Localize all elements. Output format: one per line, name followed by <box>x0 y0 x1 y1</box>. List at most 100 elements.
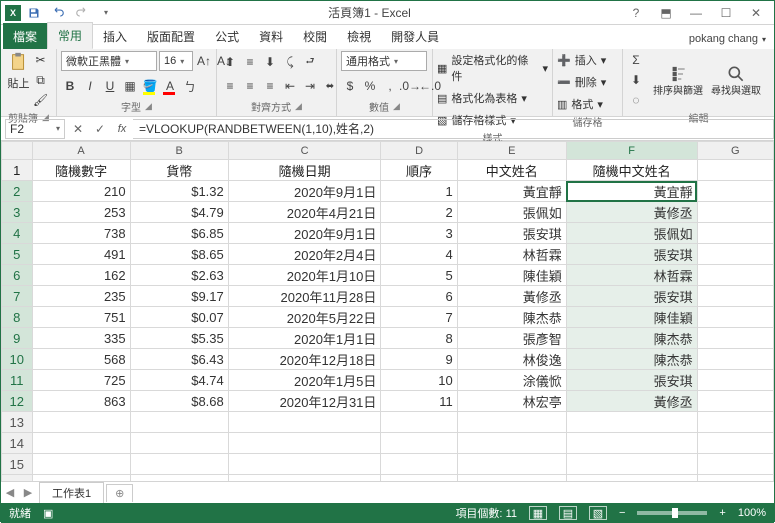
sheet-nav-next[interactable]: ▶ <box>19 486 37 499</box>
cell[interactable]: 2020年2月4日 <box>228 244 381 265</box>
cell[interactable]: $1.32 <box>130 181 228 202</box>
cell[interactable]: 林哲霖 <box>566 265 697 286</box>
cell[interactable]: 2020年1月5日 <box>228 370 381 391</box>
copy-button[interactable]: ⧉ <box>32 71 50 89</box>
align-top-button[interactable]: ⬆ <box>221 53 239 71</box>
underline-button[interactable]: U <box>101 77 119 95</box>
autosum-button[interactable]: Σ <box>627 51 645 69</box>
cell[interactable]: 751 <box>32 307 130 328</box>
cell[interactable]: 11 <box>381 391 457 412</box>
cell[interactable]: 隨機數字 <box>32 160 130 181</box>
cell[interactable]: $9.17 <box>130 286 228 307</box>
cell[interactable] <box>130 412 228 433</box>
cell[interactable] <box>566 475 697 482</box>
tab-file[interactable]: 檔案 <box>3 23 47 49</box>
font-size-combo[interactable]: 16▾ <box>159 51 193 71</box>
cell[interactable]: 2020年9月1日 <box>228 223 381 244</box>
align-dialog-icon[interactable]: ◢ <box>295 101 302 112</box>
cell[interactable] <box>457 412 566 433</box>
cell[interactable]: $2.63 <box>130 265 228 286</box>
cell[interactable]: $8.65 <box>130 244 228 265</box>
col-header-F[interactable]: F <box>566 142 697 160</box>
col-header-D[interactable]: D <box>381 142 457 160</box>
cell[interactable]: 林俊逸 <box>457 349 566 370</box>
row-header[interactable]: 15 <box>2 454 33 475</box>
cell[interactable]: 涂儀惞 <box>457 370 566 391</box>
align-right-button[interactable]: ≡ <box>261 77 279 95</box>
row-header[interactable]: 5 <box>2 244 33 265</box>
sort-filter-button[interactable]: 排序與篩選 <box>653 64 703 97</box>
cell[interactable] <box>697 412 773 433</box>
fx-button[interactable]: fx <box>111 119 133 139</box>
cell[interactable] <box>697 265 773 286</box>
cell[interactable]: 3 <box>381 223 457 244</box>
cell[interactable]: 8 <box>381 328 457 349</box>
cell[interactable]: 張安琪 <box>566 370 697 391</box>
cell[interactable]: 陳杰恭 <box>457 307 566 328</box>
cell[interactable]: $6.43 <box>130 349 228 370</box>
format-cells-button[interactable]: ▥格式▾ <box>557 95 603 113</box>
help-button[interactable]: ? <box>622 3 650 23</box>
user-account[interactable]: pokang chang▾ <box>681 29 774 49</box>
cell[interactable]: 863 <box>32 391 130 412</box>
cell[interactable] <box>457 433 566 454</box>
cell[interactable]: 黃修丞 <box>566 202 697 223</box>
cell[interactable] <box>697 286 773 307</box>
cell[interactable]: 黃宜靜 <box>457 181 566 202</box>
comma-button[interactable]: , <box>381 77 399 95</box>
font-name-combo[interactable]: 微軟正黑體▾ <box>61 51 157 71</box>
cell[interactable] <box>228 454 381 475</box>
cell[interactable] <box>697 454 773 475</box>
row-header[interactable]: 4 <box>2 223 33 244</box>
sheet-nav-prev[interactable]: ◀ <box>1 486 19 499</box>
cell[interactable] <box>697 370 773 391</box>
cell[interactable]: 10 <box>381 370 457 391</box>
maximize-button[interactable]: ☐ <box>712 3 740 23</box>
cell[interactable] <box>130 454 228 475</box>
cell[interactable]: 2020年11月28日 <box>228 286 381 307</box>
row-header[interactable]: 16 <box>2 475 33 482</box>
cell[interactable] <box>697 391 773 412</box>
cell[interactable]: 2020年9月1日 <box>228 181 381 202</box>
cell[interactable]: 2020年12月31日 <box>228 391 381 412</box>
cell[interactable]: 7 <box>381 307 457 328</box>
cell[interactable]: 6 <box>381 286 457 307</box>
cell[interactable] <box>697 202 773 223</box>
indent-inc-button[interactable]: ⇥ <box>301 77 319 95</box>
cell[interactable]: 隨機中文姓名 <box>566 160 697 181</box>
cell[interactable] <box>381 412 457 433</box>
orientation-button[interactable]: ⤹ <box>281 53 299 71</box>
tab-insert[interactable]: 插入 <box>93 23 137 49</box>
tab-view[interactable]: 檢視 <box>337 23 381 49</box>
row-header[interactable]: 2 <box>2 181 33 202</box>
cell[interactable]: $5.35 <box>130 328 228 349</box>
italic-button[interactable]: I <box>81 77 99 95</box>
cell[interactable]: 陳佳穎 <box>457 265 566 286</box>
fill-color-button[interactable]: 🪣 <box>141 77 159 95</box>
tab-review[interactable]: 校閱 <box>293 23 337 49</box>
format-painter-button[interactable]: 🖌 <box>32 91 50 109</box>
cell[interactable] <box>566 433 697 454</box>
cell[interactable]: 張安琪 <box>457 223 566 244</box>
border-button[interactable]: ▦ <box>121 77 139 95</box>
cell[interactable]: 陳佳穎 <box>566 307 697 328</box>
cell[interactable] <box>381 433 457 454</box>
cancel-formula-button[interactable]: ✕ <box>67 119 89 139</box>
cell[interactable] <box>381 475 457 482</box>
macro-record-icon[interactable]: ▣ <box>43 507 53 520</box>
col-header-A[interactable]: A <box>32 142 130 160</box>
fill-button[interactable]: ⬇ <box>627 71 645 89</box>
cell[interactable]: $4.79 <box>130 202 228 223</box>
cell[interactable]: $4.74 <box>130 370 228 391</box>
cell[interactable] <box>697 307 773 328</box>
cell[interactable]: 235 <box>32 286 130 307</box>
cell[interactable] <box>697 160 773 181</box>
insert-cells-button[interactable]: ➕插入▾ <box>557 51 606 69</box>
row-header[interactable]: 1 <box>2 160 33 181</box>
cell[interactable] <box>130 433 228 454</box>
inc-decimal-button[interactable]: .0→ <box>401 77 419 95</box>
row-header[interactable]: 11 <box>2 370 33 391</box>
sheet-tab[interactable]: 工作表1 <box>39 482 104 503</box>
tab-data[interactable]: 資料 <box>249 23 293 49</box>
cell[interactable] <box>381 454 457 475</box>
